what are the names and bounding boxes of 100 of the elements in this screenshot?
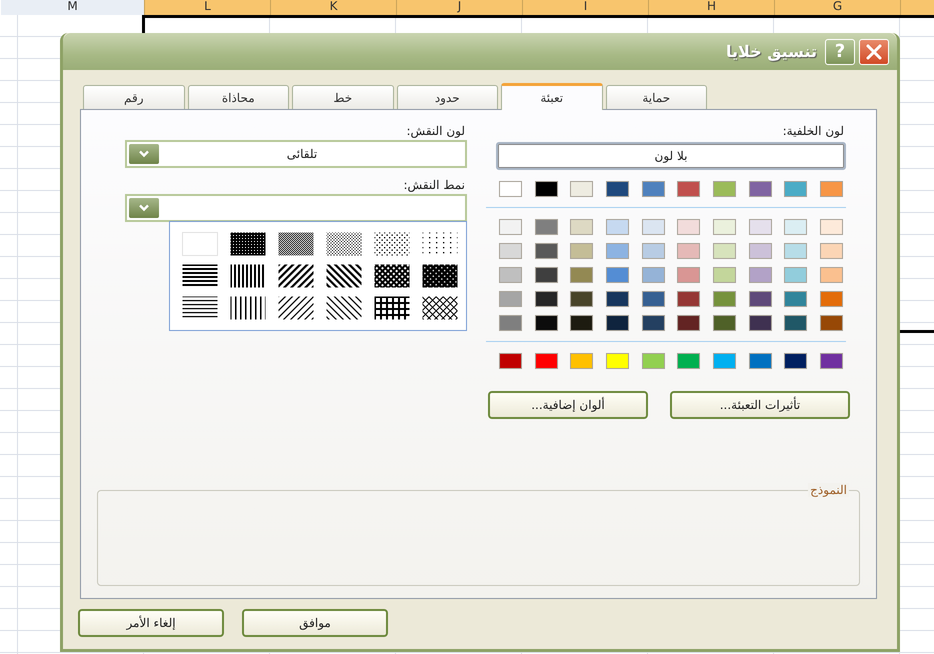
color-swatch[interactable]	[820, 291, 843, 307]
color-swatch[interactable]	[499, 353, 522, 369]
color-swatch[interactable]	[820, 267, 843, 283]
pattern-swatch[interactable]	[374, 232, 410, 256]
color-swatch[interactable]	[534, 181, 558, 197]
color-swatch[interactable]	[712, 353, 736, 369]
color-swatch[interactable]	[606, 291, 629, 307]
dropdown-button[interactable]	[129, 198, 159, 218]
color-swatch[interactable]	[606, 219, 629, 235]
color-swatch[interactable]	[712, 291, 736, 307]
color-swatch[interactable]	[570, 315, 594, 331]
color-swatch[interactable]	[499, 267, 522, 283]
column-header[interactable]: M	[1, 0, 144, 15]
fill-effects-button[interactable]: تأثيرات التعبئة...	[670, 391, 850, 419]
color-swatch[interactable]	[677, 291, 700, 307]
color-swatch[interactable]	[642, 291, 665, 307]
pattern-swatch[interactable]	[326, 296, 362, 320]
column-header[interactable]: L	[144, 0, 270, 15]
pattern-swatch[interactable]	[422, 296, 458, 320]
color-swatch[interactable]	[499, 219, 522, 235]
color-swatch[interactable]	[534, 291, 558, 307]
pattern-swatch[interactable]	[278, 232, 314, 256]
color-swatch[interactable]	[606, 267, 629, 283]
color-swatch[interactable]	[784, 219, 808, 235]
color-swatch[interactable]	[712, 219, 736, 235]
color-swatch[interactable]	[499, 291, 522, 307]
column-header[interactable]: G	[774, 0, 900, 15]
color-swatch[interactable]	[748, 267, 772, 283]
color-swatch[interactable]	[534, 267, 558, 283]
tab[interactable]: خط	[292, 85, 394, 109]
color-swatch[interactable]	[534, 353, 558, 369]
tab[interactable]: حماية	[606, 85, 707, 109]
color-swatch[interactable]	[677, 181, 700, 197]
tab[interactable]: محاذاة	[188, 85, 289, 109]
color-swatch[interactable]	[820, 315, 843, 331]
color-swatch[interactable]	[606, 353, 629, 369]
close-button[interactable]	[859, 38, 889, 64]
pattern-swatch[interactable]	[326, 264, 362, 288]
color-swatch[interactable]	[748, 181, 772, 197]
column-header[interactable]: J	[396, 0, 522, 15]
color-swatch[interactable]	[570, 291, 594, 307]
color-swatch[interactable]	[820, 243, 843, 259]
color-swatch[interactable]	[784, 267, 808, 283]
color-swatch[interactable]	[642, 181, 665, 197]
color-swatch[interactable]	[534, 243, 558, 259]
dropdown-button[interactable]	[129, 144, 159, 164]
pattern-color-dropdown[interactable]: تلقائى	[125, 140, 467, 168]
color-swatch[interactable]	[570, 181, 594, 197]
tab[interactable]: حدود	[396, 85, 498, 109]
tab[interactable]: رقم	[83, 85, 184, 109]
pattern-swatch[interactable]	[230, 232, 266, 256]
color-swatch[interactable]	[820, 181, 843, 197]
dialog-button[interactable]: إلغاء الأمر	[78, 609, 224, 637]
color-swatch[interactable]	[677, 219, 700, 235]
color-swatch[interactable]	[642, 267, 665, 283]
color-swatch[interactable]	[677, 243, 700, 259]
color-swatch[interactable]	[820, 219, 843, 235]
color-swatch[interactable]	[712, 315, 736, 331]
color-swatch[interactable]	[642, 219, 665, 235]
color-swatch[interactable]	[642, 353, 665, 369]
color-swatch[interactable]	[499, 181, 522, 197]
color-swatch[interactable]	[606, 181, 629, 197]
column-header[interactable]: H	[648, 0, 774, 15]
color-swatch[interactable]	[677, 315, 700, 331]
color-swatch[interactable]	[677, 267, 700, 283]
dialog-button[interactable]: موافق	[242, 609, 388, 637]
pattern-style-dropdown[interactable]	[125, 194, 467, 222]
color-swatch[interactable]	[748, 315, 772, 331]
color-swatch[interactable]	[499, 315, 522, 331]
color-swatch[interactable]	[570, 267, 594, 283]
color-swatch[interactable]	[677, 353, 700, 369]
column-header[interactable]: I	[522, 0, 648, 15]
color-swatch[interactable]	[534, 315, 558, 331]
color-swatch[interactable]	[748, 219, 772, 235]
color-swatch[interactable]	[784, 243, 808, 259]
tab[interactable]: تعبئة	[501, 83, 602, 110]
color-swatch[interactable]	[784, 315, 808, 331]
no-color-button[interactable]: بلا لون	[496, 142, 846, 170]
pattern-swatch[interactable]	[278, 264, 314, 288]
color-swatch[interactable]	[712, 243, 736, 259]
color-swatch[interactable]	[748, 243, 772, 259]
color-swatch[interactable]	[606, 315, 629, 331]
pattern-swatch[interactable]	[374, 264, 410, 288]
more-colors-button[interactable]: ألوان إضافية...	[488, 391, 648, 419]
pattern-swatch[interactable]	[278, 296, 314, 320]
color-swatch[interactable]	[820, 353, 843, 369]
color-swatch[interactable]	[748, 291, 772, 307]
pattern-swatch[interactable]	[422, 264, 458, 288]
color-swatch[interactable]	[748, 353, 772, 369]
color-swatch[interactable]	[712, 267, 736, 283]
color-swatch[interactable]	[642, 243, 665, 259]
pattern-swatch[interactable]	[326, 232, 362, 256]
color-swatch[interactable]	[712, 181, 736, 197]
color-swatch[interactable]	[570, 219, 594, 235]
color-swatch[interactable]	[499, 243, 522, 259]
color-swatch[interactable]	[570, 353, 594, 369]
color-swatch[interactable]	[784, 353, 808, 369]
color-swatch[interactable]	[570, 243, 594, 259]
column-header[interactable]: K	[270, 0, 396, 15]
color-swatch[interactable]	[642, 315, 665, 331]
